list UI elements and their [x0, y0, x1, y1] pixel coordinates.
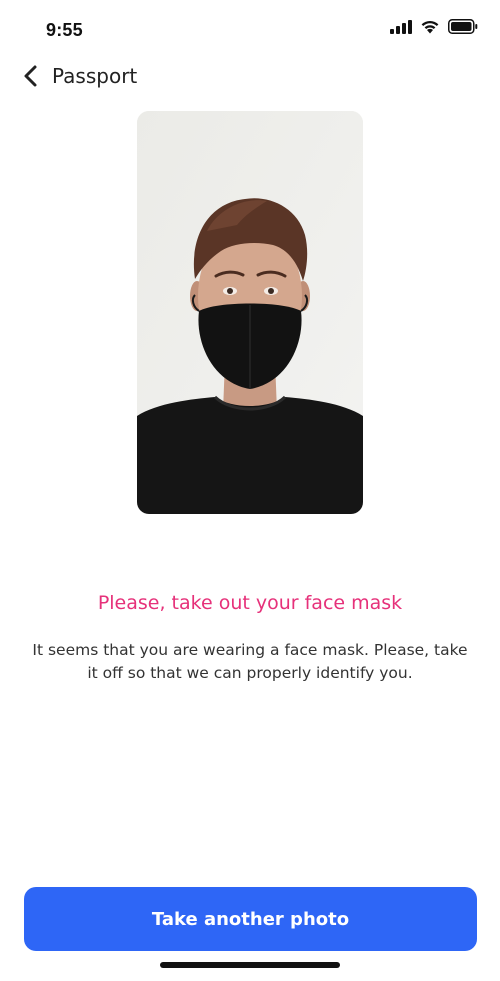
captured-photo [137, 111, 363, 514]
home-indicator [160, 962, 340, 968]
face-photo-illustration [137, 111, 363, 514]
alert-message: It seems that you are wearing a face mas… [32, 641, 468, 682]
wifi-icon [420, 19, 440, 38]
status-time: 9:55 [46, 20, 83, 40]
cellular-signal-icon [390, 19, 412, 38]
take-another-photo-button[interactable]: Take another photo [24, 887, 477, 951]
page-title: Passport [52, 64, 138, 88]
chevron-left-icon[interactable] [22, 64, 42, 88]
status-bar: 9:55 [0, 0, 500, 60]
status-icons [390, 19, 478, 38]
back-navigation[interactable]: Passport [22, 58, 137, 94]
alert-title: Please, take out your face mask [97, 592, 403, 614]
battery-icon [448, 19, 478, 38]
